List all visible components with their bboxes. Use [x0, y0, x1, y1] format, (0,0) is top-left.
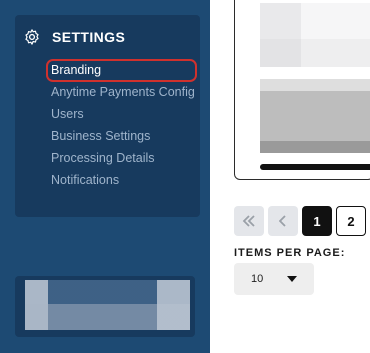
page-2-button[interactable]: 2	[336, 206, 366, 236]
main-content: 1 2 ITEMS PER PAGE: 10	[210, 0, 370, 353]
previous-page-button[interactable]	[268, 206, 298, 236]
sidebar-item-anytime-payments-config[interactable]: Anytime Payments Config	[51, 84, 196, 100]
pagination: 1 2	[234, 206, 366, 236]
sidebar: SETTINGS Branding Anytime Payments Confi…	[0, 0, 210, 353]
first-page-button[interactable]	[234, 206, 264, 236]
sidebar-item-processing-details[interactable]: Processing Details	[51, 150, 196, 166]
gear-icon	[25, 29, 39, 45]
sidebar-item-users[interactable]: Users	[51, 106, 196, 122]
settings-menu: Branding Anytime Payments Config Users B…	[46, 59, 197, 194]
preview-card[interactable]	[234, 0, 370, 180]
sidebar-item-label: Notifications	[51, 173, 120, 187]
double-chevron-left-icon	[242, 215, 255, 227]
user-profile-card[interactable]	[15, 276, 195, 337]
redacted-image-2-top	[260, 79, 370, 91]
items-per-page-label: ITEMS PER PAGE:	[234, 247, 346, 259]
sidebar-item-notifications[interactable]: Notifications	[51, 172, 196, 188]
items-per-page-value: 10	[251, 273, 264, 285]
redacted-image-lower	[260, 39, 370, 67]
chevron-left-icon	[279, 215, 286, 227]
redacted-image-2-bottom	[260, 141, 370, 153]
sidebar-item-label: Processing Details	[51, 151, 155, 165]
redacted-user-info-top	[25, 280, 190, 304]
caret-down-icon	[287, 276, 297, 282]
settings-title: SETTINGS	[52, 29, 126, 45]
sidebar-item-branding[interactable]: Branding	[46, 59, 197, 82]
settings-panel: SETTINGS Branding Anytime Payments Confi…	[15, 15, 200, 217]
active-outline	[46, 59, 197, 82]
sidebar-item-business-settings[interactable]: Business Settings	[51, 128, 196, 144]
sidebar-item-label: Business Settings	[51, 129, 151, 143]
items-per-page-select[interactable]: 10	[234, 263, 314, 295]
sidebar-item-label: Users	[51, 107, 84, 121]
page-1-button[interactable]: 1	[302, 206, 332, 236]
card-scrollbar[interactable]	[260, 164, 370, 170]
sidebar-item-label: Anytime Payments Config	[51, 85, 195, 99]
settings-header: SETTINGS	[23, 28, 125, 46]
